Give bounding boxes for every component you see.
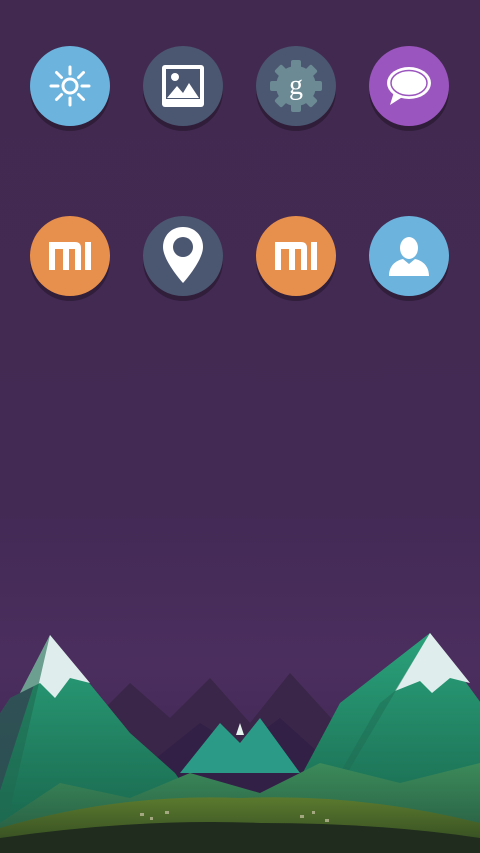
gallery-app-button[interactable]	[143, 46, 223, 126]
messaging-app-button[interactable]	[369, 46, 449, 126]
mi-icon	[275, 242, 317, 270]
mi-icon	[49, 242, 91, 270]
google-settings-icon: g	[270, 60, 322, 112]
mi-app-button[interactable]	[30, 216, 110, 296]
contact-icon	[389, 237, 429, 276]
contacts-app-button[interactable]	[369, 216, 449, 296]
mi-app-button-2[interactable]	[256, 216, 336, 296]
chat-bubble-icon	[387, 67, 431, 105]
weather-app-button[interactable]	[30, 46, 110, 126]
gallery-icon	[162, 65, 204, 107]
map-pin-icon	[163, 227, 203, 283]
google-letter: g	[289, 70, 303, 101]
maps-app-button[interactable]	[143, 216, 223, 296]
google-settings-app-button[interactable]: g	[256, 46, 336, 126]
sun-icon	[49, 65, 91, 107]
mountain-wallpaper	[0, 633, 480, 853]
